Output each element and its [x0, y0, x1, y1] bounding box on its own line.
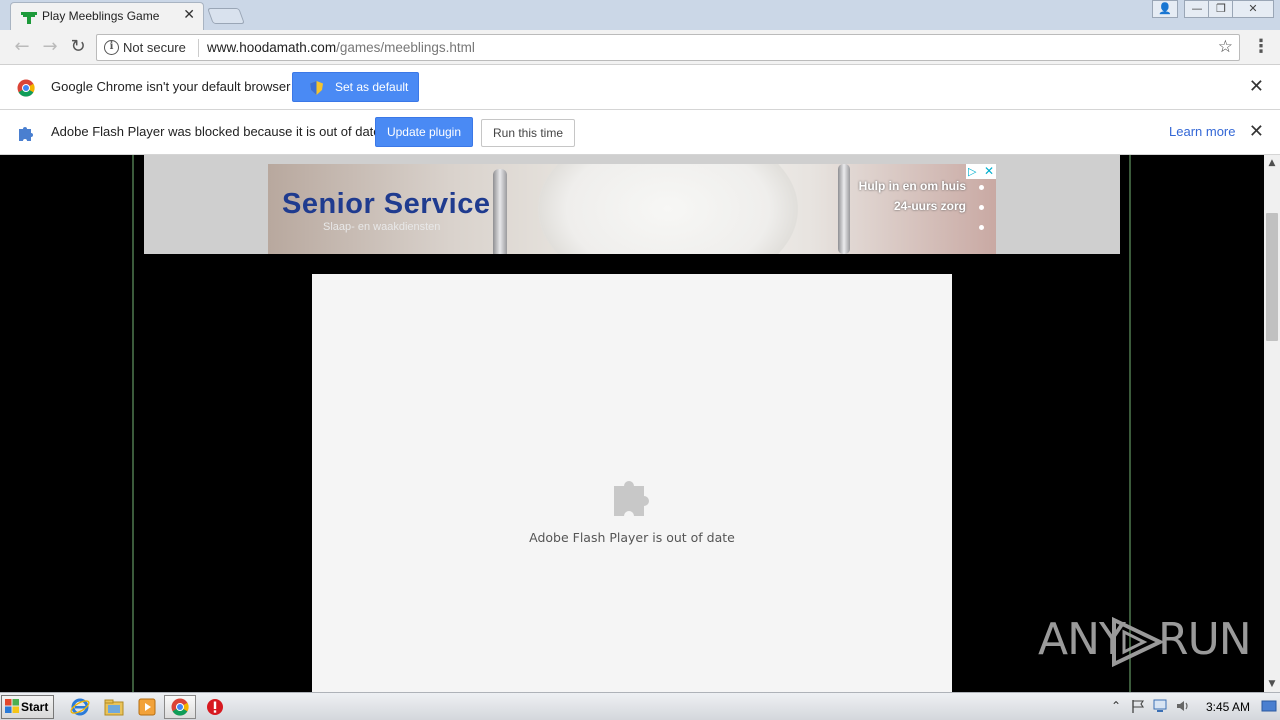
ad-fork-image: [838, 164, 850, 254]
ad-subtitle: Slaap- en waakdiensten: [323, 221, 441, 233]
windows-logo-icon: [5, 699, 19, 713]
anyrun-watermark: ANY RUN: [1038, 610, 1252, 672]
column-border-left: [132, 155, 134, 692]
ad-bullet-dot: [979, 225, 984, 230]
security-label[interactable]: Not secure: [123, 40, 186, 55]
url-host: www.hoodamath.com: [207, 40, 337, 55]
flash-blocked-infobar: Adobe Flash Player was blocked because i…: [0, 110, 1280, 155]
minimize-button[interactable]: —: [1184, 0, 1210, 18]
default-browser-message: Google Chrome isn't your default browser: [51, 79, 291, 94]
new-tab-button[interactable]: [207, 8, 245, 24]
window-titlebar: Play Meeblings Game ✕ 👤 — ❐ ✕: [0, 0, 1280, 30]
show-desktop-icon[interactable]: [1261, 698, 1277, 714]
bookmark-star-icon[interactable]: ☆: [1218, 37, 1233, 57]
page-content: Senior Service Slaap- en waakdiensten Hu…: [0, 155, 1264, 692]
puzzle-piece-icon: [19, 127, 33, 141]
browser-toolbar: ← → ↻ i Not secure www.hoodamath.com/gam…: [0, 30, 1280, 65]
taskbar-chrome-button[interactable]: [164, 695, 196, 719]
learn-more-link[interactable]: Learn more: [1169, 124, 1235, 139]
forward-button[interactable]: →: [40, 37, 60, 57]
update-plugin-button[interactable]: Update plugin: [375, 117, 473, 147]
windows-taskbar: Start ⌃ 3:45 AM: [0, 692, 1280, 720]
set-as-default-label: Set as default: [335, 80, 409, 94]
run-this-time-button[interactable]: Run this time: [481, 119, 575, 147]
ad-choices-icon[interactable]: ▷: [968, 165, 976, 178]
scroll-thumb[interactable]: [1266, 213, 1278, 341]
media-player-icon[interactable]: [137, 697, 157, 717]
stop-sign-icon[interactable]: [205, 697, 225, 717]
default-browser-infobar: Google Chrome isn't your default browser…: [0, 65, 1280, 110]
back-button[interactable]: ←: [12, 37, 32, 57]
flash-out-of-date-message: Adobe Flash Player is out of date: [529, 530, 735, 545]
address-bar[interactable]: i Not secure www.hoodamath.com/games/mee…: [96, 34, 1240, 61]
restore-button[interactable]: ❐: [1208, 0, 1234, 18]
file-explorer-icon[interactable]: [104, 697, 124, 717]
internet-explorer-icon[interactable]: [70, 697, 90, 717]
network-icon[interactable]: [1152, 698, 1168, 714]
ad-spoon-image: [493, 169, 507, 254]
scroll-up-arrow-icon[interactable]: ▲: [1264, 155, 1280, 171]
banner-ad[interactable]: Senior Service Slaap- en waakdiensten Hu…: [268, 164, 996, 254]
watermark-text-right: RUN: [1158, 614, 1252, 665]
hoodamath-favicon-icon: [21, 12, 37, 24]
flash-plugin-placeholder[interactable]: Adobe Flash Player is out of date: [312, 274, 952, 692]
set-as-default-button[interactable]: Set as default: [292, 72, 419, 102]
ad-bullet: Hulp in en om huis: [858, 179, 966, 193]
chrome-logo-icon: [17, 79, 35, 97]
url-text[interactable]: www.hoodamath.com/games/meeblings.html: [207, 40, 475, 55]
ad-plate-image: [538, 164, 798, 254]
address-separator: [198, 39, 199, 57]
close-infobar-icon[interactable]: ✕: [1249, 76, 1264, 97]
tab-title: Play Meeblings Game: [42, 9, 160, 23]
volume-icon[interactable]: [1175, 698, 1191, 714]
tab-play-meeblings[interactable]: Play Meeblings Game ✕: [10, 2, 204, 30]
action-center-flag-icon[interactable]: [1130, 698, 1146, 714]
user-profile-icon[interactable]: 👤: [1152, 0, 1178, 18]
vertical-scrollbar[interactable]: ▲ ▼: [1264, 155, 1280, 692]
tab-close-icon[interactable]: ✕: [183, 7, 195, 23]
ad-title: Senior Service: [282, 188, 491, 220]
ad-bullet-dot: [979, 205, 984, 210]
close-window-button[interactable]: ✕: [1232, 0, 1274, 18]
uac-shield-icon: [310, 81, 323, 95]
close-infobar-icon[interactable]: ✕: [1249, 121, 1264, 142]
url-path: /games/meeblings.html: [336, 40, 475, 55]
chrome-logo-icon: [171, 698, 189, 716]
puzzle-piece-icon: [614, 481, 649, 516]
ad-bullet-dot: [979, 185, 984, 190]
tray-expand-icon[interactable]: ⌃: [1108, 698, 1124, 714]
site-info-icon[interactable]: i: [104, 40, 119, 55]
ad-choices-badge[interactable]: ▷ ✕: [966, 164, 996, 179]
system-clock[interactable]: 3:45 AM: [1206, 700, 1250, 714]
flash-blocked-message: Adobe Flash Player was blocked because i…: [51, 124, 381, 139]
start-button[interactable]: Start: [1, 695, 54, 719]
ad-bullet: 24-uurs zorg: [893, 199, 966, 213]
ad-close-icon[interactable]: ✕: [984, 164, 994, 178]
chrome-menu-icon[interactable]: ⋮: [1252, 37, 1270, 57]
start-label: Start: [21, 700, 49, 714]
scroll-down-arrow-icon[interactable]: ▼: [1264, 676, 1280, 692]
reload-button[interactable]: ↻: [68, 37, 88, 57]
